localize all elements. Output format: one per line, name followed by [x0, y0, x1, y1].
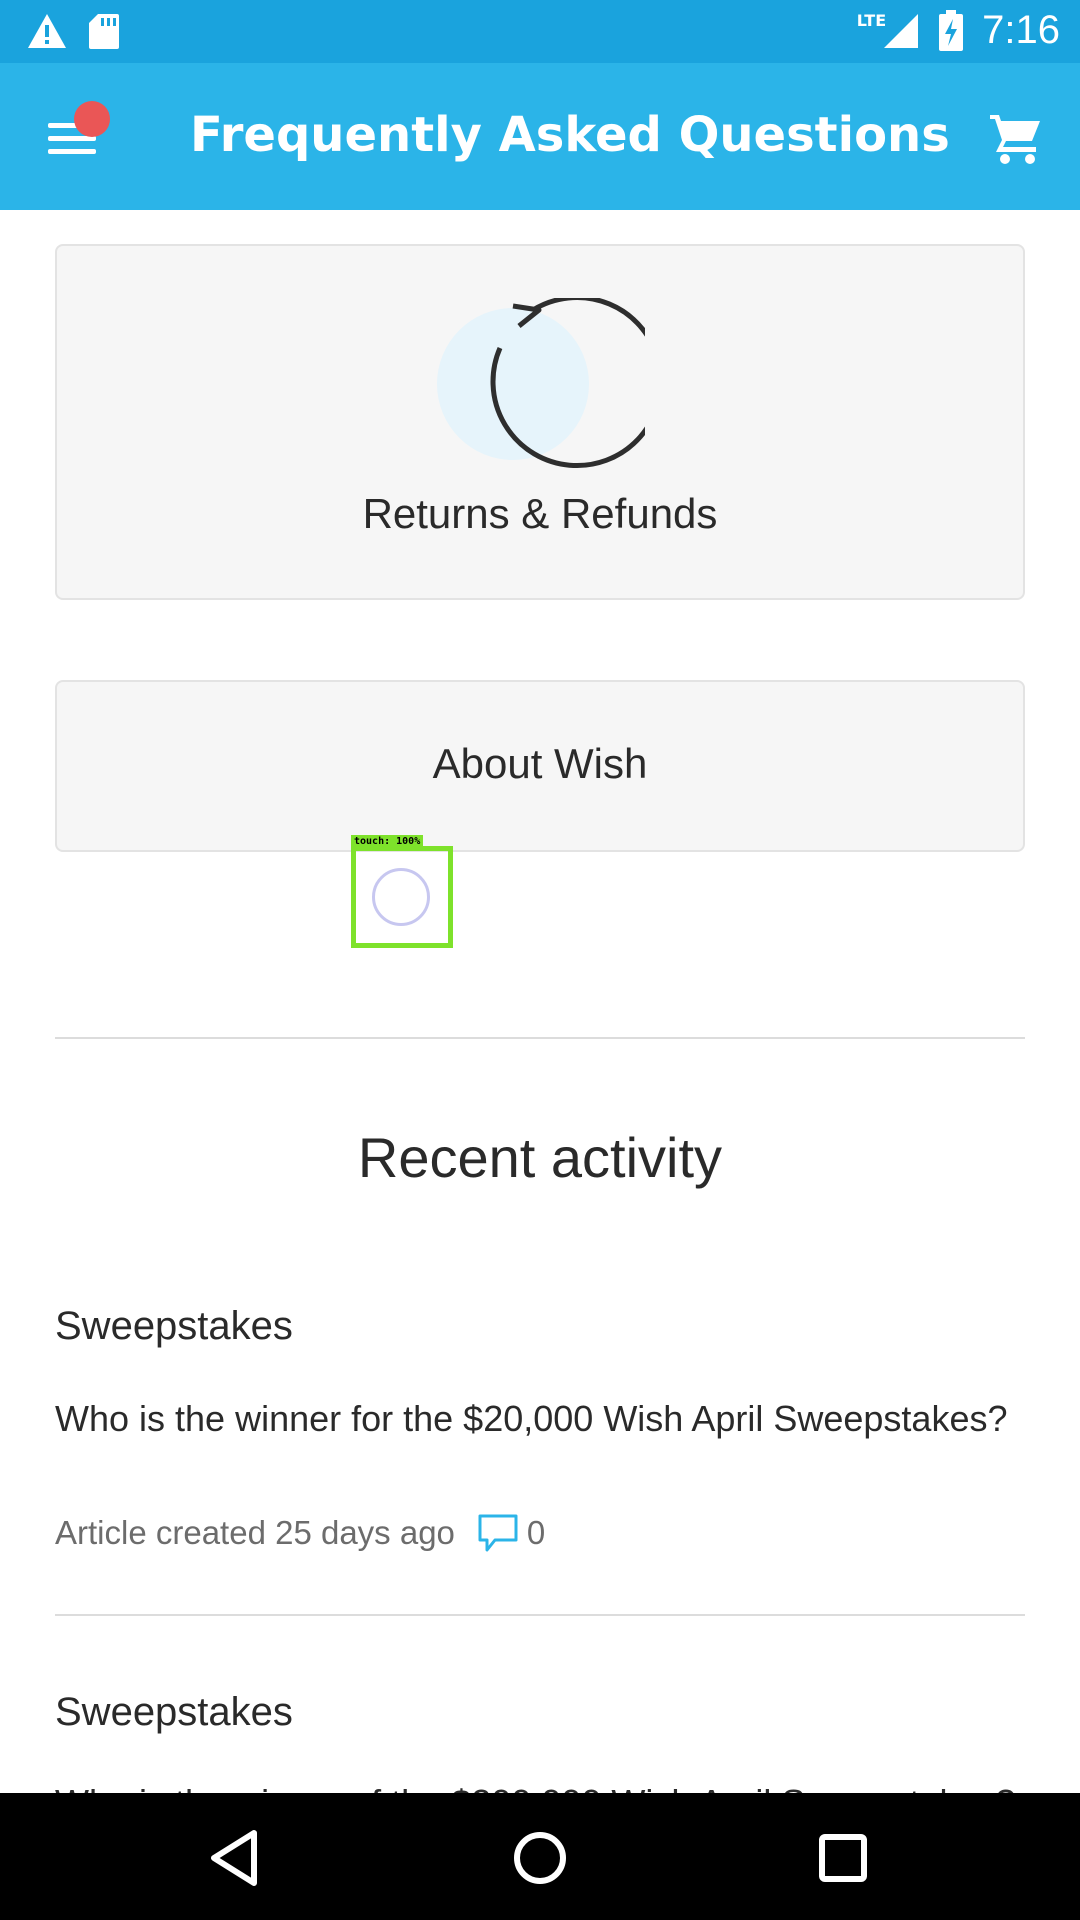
activity-category-link[interactable]: Sweepstakes	[55, 1690, 293, 1735]
comment-count: 0	[526, 1514, 546, 1551]
sd-card-icon	[89, 14, 119, 49]
category-label: About Wish	[432, 740, 648, 787]
refresh-icon	[437, 298, 645, 469]
battery-charging-icon	[939, 9, 964, 51]
article-created-text: Article created 25 days ago	[55, 1514, 455, 1551]
activity-category-link[interactable]: Sweepstakes	[55, 1304, 293, 1349]
status-bar: LTE 7:16	[0, 0, 1080, 63]
divider	[55, 1614, 1025, 1616]
app-bar: Frequently Asked Questions	[0, 63, 1080, 210]
divider	[55, 1037, 1025, 1039]
recents-icon[interactable]	[808, 1823, 878, 1893]
comment-icon	[478, 1514, 518, 1552]
category-label: Returns & Refunds	[362, 490, 718, 537]
hamburger-menu-icon[interactable]	[44, 101, 110, 161]
activity-question-link[interactable]: Who is the winner for the $20,000 Wish A…	[55, 1398, 1008, 1440]
clock: 7:16	[982, 8, 1060, 52]
touch-ripple-circle	[372, 868, 430, 926]
network-type: LTE	[856, 11, 887, 30]
faq-category-about-wish[interactable]: About Wish	[55, 680, 1025, 852]
cart-icon[interactable]	[988, 109, 1044, 165]
activity-meta: Article created 25 days ago 0	[55, 1512, 545, 1554]
system-nav-bar	[0, 1793, 1080, 1920]
home-icon[interactable]	[505, 1823, 575, 1893]
warning-icon	[28, 14, 66, 48]
page-title: Frequently Asked Questions	[190, 107, 950, 163]
notification-dot	[74, 101, 110, 137]
signal-icon	[884, 13, 919, 48]
back-icon[interactable]	[200, 1823, 270, 1893]
recent-activity-heading: Recent activity	[357, 1126, 723, 1189]
faq-category-returns-refunds[interactable]: Returns & Refunds	[55, 244, 1025, 600]
